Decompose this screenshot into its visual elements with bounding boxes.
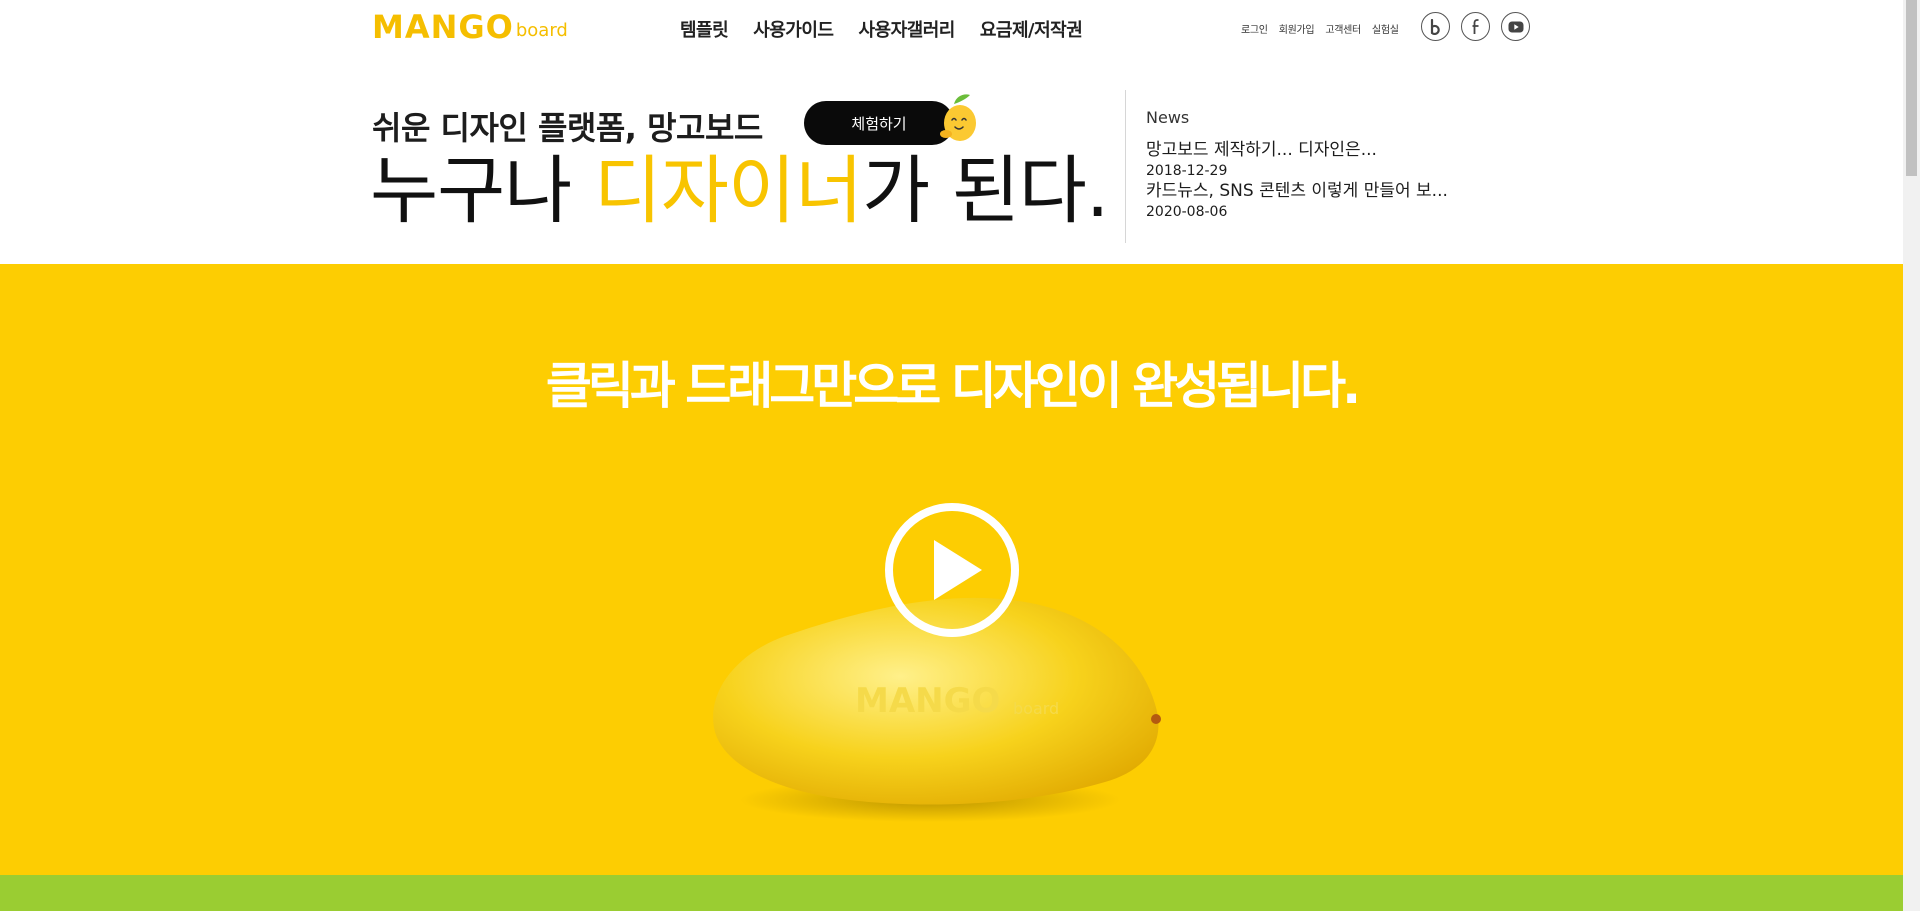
- blog-icon[interactable]: [1421, 12, 1450, 41]
- news-item-title: 망고보드 제작하기... 디자인은...: [1146, 140, 1377, 160]
- try-button[interactable]: 체험하기: [804, 101, 954, 145]
- headline-suffix: 가 된다.: [862, 148, 1109, 234]
- mango-logo-sub: board: [1013, 699, 1059, 718]
- mango-logo-main: MANGO: [855, 681, 1000, 721]
- facebook-icon[interactable]: [1461, 12, 1490, 41]
- news-heading: News: [1146, 108, 1190, 127]
- news-item[interactable]: 카드뉴스, SNS 콘텐츠 이렇게 만들어 보... 2020-08-06: [1146, 176, 1448, 220]
- logo-sub: board: [515, 20, 568, 41]
- mango-mascot-icon: [940, 94, 976, 141]
- hero-title: 클릭과 드래그만으로 디자인이 완성됩니다.: [545, 357, 1361, 415]
- mangoboard-logo[interactable]: MANGO board: [372, 8, 568, 46]
- lab-link[interactable]: 실험실: [1372, 21, 1399, 36]
- signup-link[interactable]: 회원가입: [1279, 21, 1315, 36]
- divider: [1125, 90, 1126, 243]
- hero-banner: 클릭과 드래그만으로 디자인이 완성됩니다. MANGO board: [0, 264, 1903, 875]
- youtube-icon[interactable]: [1501, 12, 1530, 41]
- nav-templates[interactable]: 템플릿: [680, 16, 729, 42]
- play-button-icon[interactable]: [882, 500, 1022, 640]
- support-link[interactable]: 고객센터: [1325, 21, 1361, 36]
- intro-subtitle: 쉬운 디자인 플랫폼, 망고보드: [372, 109, 763, 147]
- main-nav: 템플릿 사용가이드 사용자갤러리 요금제/저작권: [680, 16, 1083, 42]
- page-scrollbar[interactable]: [1903, 0, 1920, 911]
- news-item[interactable]: 망고보드 제작하기... 디자인은... 2018-12-29: [1146, 135, 1377, 179]
- login-link[interactable]: 로그인: [1241, 21, 1268, 36]
- utility-links: 로그인 회원가입 고객센터 실험실: [1241, 21, 1399, 36]
- next-section-band: [0, 875, 1903, 911]
- nav-guide[interactable]: 사용가이드: [753, 16, 834, 42]
- scrollbar-thumb[interactable]: [1906, 0, 1917, 176]
- nav-pricing[interactable]: 요금제/저작권: [980, 16, 1083, 42]
- news-item-title: 카드뉴스, SNS 콘텐츠 이렇게 만들어 보...: [1146, 181, 1448, 201]
- headline-highlight: 디자이너: [593, 148, 863, 234]
- headline-prefix: 누구나: [370, 148, 594, 234]
- nav-gallery[interactable]: 사용자갤러리: [859, 16, 956, 42]
- intro-headline: 누구나 디자이너가 된다.: [370, 148, 1109, 234]
- site-header: MANGO board 템플릿 사용가이드 사용자갤러리 요금제/저작권 로그인…: [0, 0, 1903, 60]
- news-item-date: 2020-08-06: [1146, 204, 1228, 220]
- logo-wordmark: MANGO: [372, 8, 514, 46]
